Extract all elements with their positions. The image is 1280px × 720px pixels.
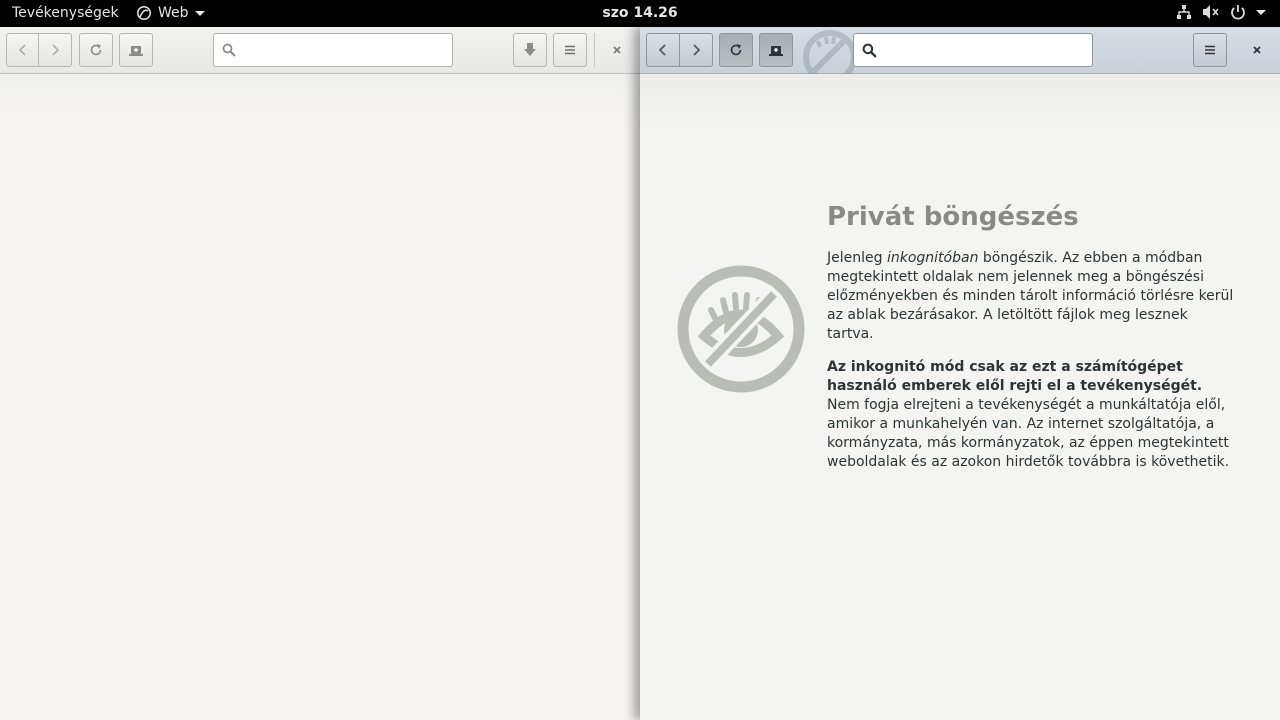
header-bar [640,27,1280,74]
address-bar[interactable] [853,33,1093,67]
close-icon [613,46,621,54]
paragraph-text: Jelenleg [827,250,887,266]
private-browsing-text: Privát böngészés Jelenleg inkognitóban b… [827,202,1237,486]
power-icon [1231,5,1245,20]
forward-button[interactable] [38,33,72,67]
new-tab-icon [129,46,143,56]
reload-button[interactable] [719,33,753,67]
close-window-button[interactable] [602,33,632,67]
go-forward-icon [693,44,701,56]
top-bar: Tevékenységek Web szo 14.26 [0,0,1280,27]
header-separator [594,33,595,67]
forward-button[interactable] [679,33,713,67]
incognito-watermark-icon [798,27,860,74]
address-input[interactable] [883,35,1092,65]
back-button[interactable] [646,33,680,67]
go-back-icon [18,44,26,56]
search-icon [222,43,236,57]
browser-window-normal [0,27,640,720]
browser-window-incognito: Privát böngészés Jelenleg inkognitóban b… [640,27,1280,720]
new-tab-icon [769,46,783,56]
menu-button[interactable] [553,33,587,67]
new-tab-button[interactable] [759,33,793,67]
header-bar [0,27,640,74]
address-input[interactable] [242,35,452,65]
hamburger-menu-icon [565,45,575,55]
reload-button[interactable] [79,33,113,67]
incognito-eye-icon [676,264,806,398]
search-icon [862,43,877,58]
reload-icon [730,44,742,56]
address-bar[interactable] [213,33,453,67]
new-tab-button[interactable] [119,33,153,67]
private-browsing-title: Privát böngészés [827,202,1079,232]
chevron-down-icon [194,10,205,16]
page-content [0,74,640,720]
go-forward-icon [52,44,60,56]
activities-button[interactable]: Tevékenységek [12,5,119,21]
app-menu[interactable]: Web [136,5,205,21]
clock[interactable]: szo 14.26 [602,5,677,21]
reload-icon [90,44,102,56]
private-browsing-paragraph-1: Jelenleg inkognitóban böngészik. Az ebbe… [827,249,1237,344]
go-back-icon [658,44,666,56]
chevron-down-icon [1256,9,1266,15]
close-icon [1253,46,1261,54]
private-browsing-paragraph-2: Az inkognitó mód csak az ezt a számítógé… [827,358,1237,472]
menu-button[interactable] [1193,33,1227,67]
close-window-button[interactable] [1242,33,1272,67]
hamburger-menu-icon [1205,45,1215,55]
app-menu-label: Web [158,5,189,21]
paragraph-bold: Az inkognitó mód csak az ezt a számítógé… [827,359,1203,394]
back-button[interactable] [6,33,39,67]
volume-muted-icon [1203,5,1219,19]
paragraph-text: Nem fogja elrejteni a tevékenységét a mu… [827,397,1230,470]
download-icon [524,43,536,56]
network-icon [1177,5,1191,19]
system-status-area[interactable] [1176,4,1266,20]
private-browsing-page: Privát böngészés Jelenleg inkognitóban b… [640,74,1280,720]
downloads-button[interactable] [513,33,547,67]
paragraph-emphasis: inkognitóban [886,250,979,266]
web-app-icon [137,6,151,20]
